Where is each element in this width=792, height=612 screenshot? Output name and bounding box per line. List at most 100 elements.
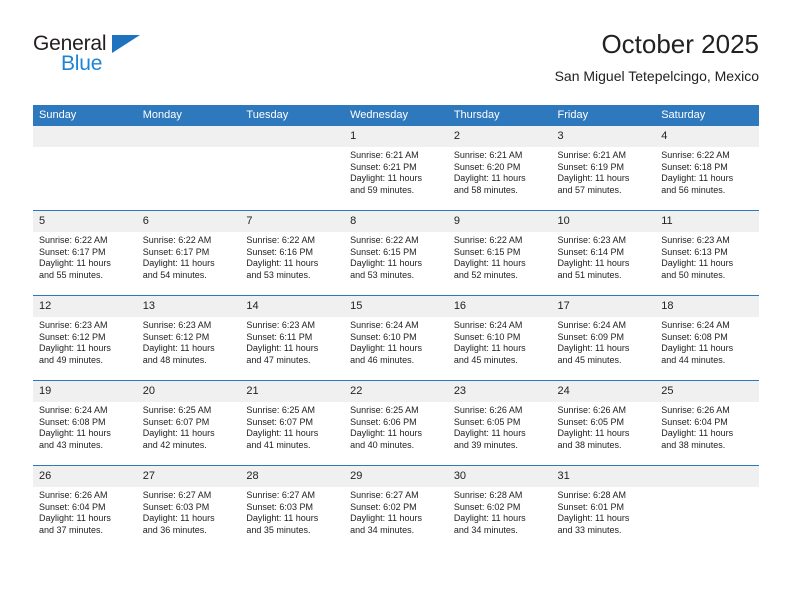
day-number: 1 — [344, 126, 448, 147]
calendar-cell-empty — [240, 126, 345, 211]
daylight-text-line2: and 40 minutes. — [350, 439, 415, 450]
daylight-text-line2: and 42 minutes. — [142, 439, 207, 450]
daylight-text-line2: and 38 minutes. — [661, 439, 726, 450]
daylight-text-line1: Daylight: 11 hours — [142, 513, 215, 524]
sunset-text: Sunset: 6:06 PM — [350, 416, 417, 427]
sunset-text: Sunset: 6:02 PM — [453, 501, 521, 512]
day-number: 9 — [447, 211, 552, 232]
calendar-day-cell[interactable]: 31 Sunrise: 6:28 AM Sunset: 6:01 PM Dayligh… — [551, 465, 656, 550]
sunrise-text: Sunrise: 6:26 AM — [453, 405, 523, 415]
calendar-day-cell[interactable]: 3 Sunrise: 6:21 AM Sunset: 6:19 PM Daylight… — [551, 126, 656, 211]
calendar-day-cell[interactable]: 22 Sunrise: 6:25 AM Sunset: 6:06 PM Dayligh… — [344, 380, 448, 466]
calendar-day-cell[interactable]: 11 Sunrise: 6:23 AM Sunset: 6:13 PM Dayligh… — [655, 210, 759, 296]
calendar-day-cell[interactable]: 13 Sunrise: 6:23 AM Sunset: 6:12 PM Dayligh… — [136, 295, 241, 381]
daylight-text-line1: Daylight: 11 hours — [246, 428, 319, 439]
calendar-day-cell[interactable]: 27 Sunrise: 6:27 AM Sunset: 6:03 PM Dayligh… — [136, 465, 241, 550]
calendar-body: 1 Sunrise: 6:21 AM Sunset: 6:21 PM Daylight… — [33, 126, 759, 550]
weekday-header-tuesday: Tuesday — [240, 105, 345, 126]
sunset-text: Sunset: 6:16 PM — [246, 246, 313, 257]
daylight-text-line2: and 44 minutes. — [661, 354, 726, 365]
calendar-day-cell[interactable]: 25 Sunrise: 6:26 AM Sunset: 6:04 PM Dayligh… — [655, 380, 759, 466]
day-number: 6 — [136, 211, 241, 232]
day-number — [33, 126, 137, 147]
calendar-day-cell[interactable]: 24 Sunrise: 6:26 AM Sunset: 6:05 PM Dayligh… — [551, 380, 656, 466]
weekday-header-sunday: Sunday — [33, 105, 137, 126]
calendar-day-cell[interactable]: 4 Sunrise: 6:22 AM Sunset: 6:18 PM Daylight… — [655, 126, 759, 211]
day-number: 19 — [33, 381, 137, 402]
page-title: October 2025 — [601, 29, 759, 59]
day-details: Sunrise: 6:22 AM Sunset: 6:18 PM Daylight:… — [655, 147, 759, 196]
calendar-day-cell[interactable]: 23 Sunrise: 6:26 AM Sunset: 6:05 PM Dayligh… — [447, 380, 552, 466]
calendar-day-cell[interactable]: 17 Sunrise: 6:24 AM Sunset: 6:09 PM Dayligh… — [551, 295, 656, 381]
sunset-text: Sunset: 6:19 PM — [557, 161, 625, 172]
calendar-day-cell[interactable]: 6 Sunrise: 6:22 AM Sunset: 6:17 PM Daylight… — [136, 210, 241, 296]
page-subtitle: San Miguel Tetepelcingo, Mexico — [554, 68, 759, 84]
daylight-text-line2: and 37 minutes. — [39, 524, 104, 535]
sunset-text: Sunset: 6:03 PM — [142, 501, 210, 512]
daylight-text-line2: and 49 minutes. — [39, 354, 104, 365]
day-number: 29 — [344, 466, 448, 487]
calendar-day-cell[interactable]: 10 Sunrise: 6:23 AM Sunset: 6:14 PM Dayligh… — [551, 210, 656, 296]
daylight-text-line1: Daylight: 11 hours — [557, 343, 630, 354]
daylight-text-line2: and 48 minutes. — [142, 354, 207, 365]
sunset-text: Sunset: 6:02 PM — [350, 501, 417, 512]
calendar-day-cell[interactable]: 30 Sunrise: 6:28 AM Sunset: 6:02 PM Dayligh… — [447, 465, 552, 550]
sunset-text: Sunset: 6:14 PM — [557, 246, 625, 257]
daylight-text-line1: Daylight: 11 hours — [39, 258, 111, 269]
day-number: 8 — [344, 211, 448, 232]
daylight-text-line1: Daylight: 11 hours — [39, 428, 111, 439]
calendar-day-cell[interactable]: 29 Sunrise: 6:27 AM Sunset: 6:02 PM Dayligh… — [344, 465, 448, 550]
sunset-text: Sunset: 6:11 PM — [246, 331, 313, 342]
day-number — [136, 126, 241, 147]
daylight-text-line2: and 52 minutes. — [453, 269, 518, 280]
daylight-text-line2: and 59 minutes. — [350, 184, 415, 195]
calendar-day-cell[interactable]: 18 Sunrise: 6:24 AM Sunset: 6:08 PM Dayligh… — [655, 295, 759, 381]
calendar-day-cell[interactable]: 26 Sunrise: 6:26 AM Sunset: 6:04 PM Dayligh… — [33, 465, 137, 550]
daylight-text-line1: Daylight: 11 hours — [142, 343, 215, 354]
daylight-text-line2: and 50 minutes. — [661, 269, 726, 280]
calendar-cell-empty — [655, 465, 759, 550]
sunrise-text: Sunrise: 6:28 AM — [557, 490, 627, 500]
calendar-day-cell[interactable]: 7 Sunrise: 6:22 AM Sunset: 6:16 PM Daylight… — [240, 210, 345, 296]
sunrise-text: Sunrise: 6:24 AM — [39, 405, 108, 415]
calendar-day-cell[interactable]: 1 Sunrise: 6:21 AM Sunset: 6:21 PM Daylight… — [344, 126, 448, 211]
day-details: Sunrise: 6:23 AM Sunset: 6:12 PM Daylight:… — [33, 317, 137, 366]
sunset-text: Sunset: 6:07 PM — [246, 416, 313, 427]
sunrise-text: Sunrise: 6:22 AM — [39, 235, 108, 245]
calendar-day-cell[interactable]: 8 Sunrise: 6:22 AM Sunset: 6:15 PM Daylight… — [344, 210, 448, 296]
day-details: Sunrise: 6:21 AM Sunset: 6:20 PM Daylight:… — [448, 147, 552, 196]
sunset-text: Sunset: 6:21 PM — [350, 161, 417, 172]
calendar-day-cell[interactable]: 14 Sunrise: 6:23 AM Sunset: 6:11 PM Dayligh… — [240, 295, 345, 381]
day-number: 17 — [551, 296, 656, 317]
sunrise-text: Sunrise: 6:23 AM — [246, 320, 315, 330]
sunrise-text: Sunrise: 6:28 AM — [453, 490, 523, 500]
calendar-week-row: 1 Sunrise: 6:21 AM Sunset: 6:21 PM Daylight… — [33, 126, 759, 211]
calendar-day-cell[interactable]: 5 Sunrise: 6:22 AM Sunset: 6:17 PM Daylight… — [33, 210, 137, 296]
day-number: 3 — [551, 126, 656, 147]
calendar-week-row: 5 Sunrise: 6:22 AM Sunset: 6:17 PM Daylight… — [33, 210, 759, 296]
daylight-text-line1: Daylight: 11 hours — [661, 428, 734, 439]
calendar-day-cell[interactable]: 9 Sunrise: 6:22 AM Sunset: 6:15 PM Daylight… — [447, 210, 552, 296]
calendar-day-cell[interactable]: 15 Sunrise: 6:24 AM Sunset: 6:10 PM Dayligh… — [344, 295, 448, 381]
title-block: October 2025 San Miguel Tetepelcingo, Me… — [555, 28, 759, 86]
calendar-day-cell[interactable]: 2 Sunrise: 6:21 AM Sunset: 6:20 PM Daylight… — [447, 126, 552, 211]
day-number: 12 — [33, 296, 137, 317]
calendar-day-cell[interactable]: 12 Sunrise: 6:23 AM Sunset: 6:12 PM Dayligh… — [33, 295, 137, 381]
daylight-text-line2: and 41 minutes. — [246, 439, 311, 450]
day-number: 10 — [551, 211, 656, 232]
calendar-day-cell[interactable]: 28 Sunrise: 6:27 AM Sunset: 6:03 PM Dayligh… — [240, 465, 345, 550]
calendar-day-cell[interactable]: 21 Sunrise: 6:25 AM Sunset: 6:07 PM Dayligh… — [240, 380, 345, 466]
day-number: 7 — [240, 211, 345, 232]
sunset-text: Sunset: 6:17 PM — [142, 246, 210, 257]
calendar-day-cell[interactable]: 19 Sunrise: 6:24 AM Sunset: 6:08 PM Dayligh… — [33, 380, 137, 466]
daylight-text-line1: Daylight: 11 hours — [661, 343, 734, 354]
logo-triangle-icon — [112, 35, 140, 53]
calendar-day-cell[interactable]: 16 Sunrise: 6:24 AM Sunset: 6:10 PM Dayligh… — [447, 295, 552, 381]
sunrise-text: Sunrise: 6:26 AM — [661, 405, 730, 415]
sunrise-text: Sunrise: 6:27 AM — [350, 490, 419, 500]
day-number — [655, 466, 759, 487]
daylight-text-line2: and 46 minutes. — [350, 354, 415, 365]
day-details: Sunrise: 6:22 AM Sunset: 6:17 PM Daylight:… — [137, 232, 241, 281]
logo-text-blue: Blue — [61, 52, 103, 75]
calendar-day-cell[interactable]: 20 Sunrise: 6:25 AM Sunset: 6:07 PM Dayligh… — [136, 380, 241, 466]
